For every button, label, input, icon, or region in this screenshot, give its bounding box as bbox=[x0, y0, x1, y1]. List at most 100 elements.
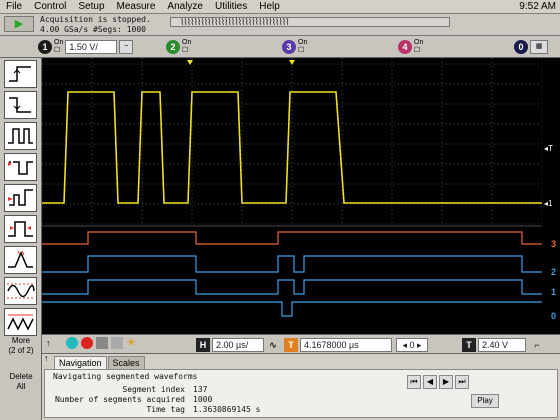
digital-settings-icon[interactable]: ▦ bbox=[530, 40, 548, 54]
clock: 9:52 AM bbox=[519, 1, 556, 12]
channel-1-control[interactable]: 1 On ☐ 1.50 V/ ~ bbox=[38, 38, 134, 56]
channel-2-state: On ☐ bbox=[182, 39, 192, 54]
memory-overview-wave: ⌇⌇⌇⌇⌇⌇⌇⌇⌇⌇⌇⌇⌇⌇⌇⌇⌇⌇⌇⌇⌇⌇⌇⌇⌇⌇⌇⌇⌇⌇⌇⌇ bbox=[180, 17, 290, 27]
channel-3-control[interactable]: 3 On ☐ bbox=[282, 38, 307, 56]
tab-scales[interactable]: Scales bbox=[107, 356, 145, 369]
digital-label-3: 3 bbox=[550, 239, 556, 249]
falling-edge-trigger-button[interactable] bbox=[4, 91, 37, 119]
channel-4-badge: 4 bbox=[398, 40, 412, 54]
tab-navigation[interactable]: Navigation bbox=[54, 356, 107, 369]
digital-channels-control[interactable]: 0 ▦ bbox=[514, 38, 548, 56]
segments-acquired-value: 1000 bbox=[193, 395, 213, 404]
time-tag-label: Time tag bbox=[146, 405, 185, 414]
glitch-trigger-button[interactable] bbox=[4, 153, 37, 181]
menu-file[interactable]: File bbox=[0, 1, 28, 12]
channel-4-state: On ☐ bbox=[414, 39, 424, 54]
timebase-delay[interactable]: 4.1678000 µs bbox=[300, 338, 392, 352]
menu-setup[interactable]: Setup bbox=[72, 1, 110, 12]
digital-label-2: 2 bbox=[550, 267, 556, 277]
next-segment-icon[interactable]: ▶ bbox=[439, 375, 453, 389]
segment-index-value: 137 bbox=[193, 385, 208, 394]
channel-1-scale[interactable]: 1.50 V/ bbox=[65, 40, 118, 54]
first-segment-icon[interactable]: ⏮ bbox=[407, 375, 421, 389]
acquisition-status-text: Acquisition is stopped. 4.00 GSa/s #Segs… bbox=[40, 15, 151, 35]
timebase-bar: ↑ ☀ H 2.00 µs/ ∿ T 4.1678000 µs ◂ 0 ▸ T … bbox=[42, 334, 560, 354]
transition-icon bbox=[8, 250, 33, 268]
acquisition-state: Acquisition is stopped. bbox=[40, 15, 151, 24]
digital-label-1: 1 bbox=[550, 287, 556, 297]
horizontal-icon: H bbox=[196, 338, 210, 352]
runt-trigger-button[interactable] bbox=[4, 184, 37, 212]
channel-2-control[interactable]: 2 On ☐ bbox=[166, 38, 191, 56]
menu-bar: File Control Setup Measure Analyze Utili… bbox=[0, 0, 560, 14]
digital-trace-1 bbox=[42, 279, 542, 295]
glitch-icon bbox=[8, 161, 33, 175]
transition-trigger-button[interactable] bbox=[4, 246, 37, 274]
trigger-level-marker: ◂T bbox=[544, 144, 553, 153]
falling-edge-icon bbox=[9, 97, 31, 113]
digital-trace-3 bbox=[42, 231, 542, 245]
delay-icon: T bbox=[284, 338, 298, 352]
last-segment-icon[interactable]: ⏭ bbox=[455, 375, 469, 389]
quick-action-icons: ☀ bbox=[66, 337, 138, 349]
channel-3-badge: 3 bbox=[282, 40, 296, 54]
segments-acquired-label: Number of segments acquired bbox=[54, 395, 185, 404]
trigger-icon: T bbox=[462, 338, 476, 352]
video-icon bbox=[7, 314, 34, 331]
trigger-mode-toolbar: More (2 of 2) Delete All bbox=[0, 58, 42, 420]
delete-all-button[interactable]: Delete All bbox=[2, 372, 40, 392]
trace-labels-column: ◂T ◂1 3 2 1 0 bbox=[542, 58, 560, 334]
trigger-slope-icon[interactable]: ⌐ bbox=[530, 338, 544, 352]
setup-hold-icon bbox=[8, 221, 33, 237]
delay-navigator[interactable]: ◂ 0 ▸ bbox=[396, 338, 428, 352]
pulse-width-trigger-button[interactable] bbox=[4, 122, 37, 150]
time-tag-value: 1.3630869145 s bbox=[193, 405, 261, 414]
digital-label-0: 0 bbox=[550, 311, 556, 321]
menu-control[interactable]: Control bbox=[28, 1, 72, 12]
segment-index-label: Segment index bbox=[122, 385, 185, 394]
play-button[interactable]: Play bbox=[471, 394, 499, 408]
video-trigger-button[interactable] bbox=[4, 308, 37, 336]
channel-3-state: On ☐ bbox=[298, 39, 308, 54]
digital-traces bbox=[42, 231, 542, 317]
window-icon bbox=[7, 283, 35, 299]
sample-rate: 4.00 GSa/s #Segs: 1000 bbox=[40, 25, 146, 34]
digital-badge: 0 bbox=[514, 40, 528, 54]
bottom-tabs: Navigation Scales bbox=[54, 356, 146, 369]
save-icon[interactable] bbox=[111, 337, 123, 349]
navigation-panel: Navigating segmented waveforms Segment i… bbox=[44, 369, 558, 418]
expand-panel-icon[interactable]: ↑ bbox=[44, 353, 49, 363]
print-icon[interactable] bbox=[96, 337, 108, 349]
trigger-level[interactable]: 2.40 V bbox=[478, 338, 526, 352]
channel-4-control[interactable]: 4 On ☐ bbox=[398, 38, 423, 56]
channel-1-badge: 1 bbox=[38, 40, 52, 54]
menu-utilities[interactable]: Utilities bbox=[209, 1, 253, 12]
window-trigger-button[interactable] bbox=[4, 277, 37, 305]
fine-adjust-icon[interactable]: ∿ bbox=[266, 338, 280, 352]
setup-hold-trigger-button[interactable] bbox=[4, 215, 37, 243]
waveform-display[interactable] bbox=[41, 58, 543, 334]
edge-trigger-icon bbox=[9, 66, 31, 82]
scroll-up-icon[interactable]: ↑ bbox=[46, 338, 51, 348]
record-icon[interactable] bbox=[81, 337, 93, 349]
menu-measure[interactable]: Measure bbox=[111, 1, 162, 12]
edge-trigger-button[interactable] bbox=[4, 60, 37, 88]
channel-1-state: On ☐ bbox=[54, 39, 64, 54]
pulse-width-icon bbox=[8, 128, 33, 144]
previous-segment-icon[interactable]: ◀ bbox=[423, 375, 437, 389]
timebase-scale[interactable]: 2.00 µs/ bbox=[212, 338, 264, 352]
channel-1-coupling-icon[interactable]: ~ bbox=[119, 40, 134, 54]
autoscale-icon[interactable]: ☀ bbox=[126, 337, 138, 349]
waveform-graticule bbox=[41, 58, 543, 317]
menu-help[interactable]: Help bbox=[253, 1, 286, 12]
channel-1-ground-marker: ◂1 bbox=[544, 199, 553, 208]
bottom-panel: ↑ Navigation Scales Navigating segmented… bbox=[42, 353, 560, 420]
menu-analyze[interactable]: Analyze bbox=[161, 1, 209, 12]
cyan-dot-icon[interactable] bbox=[66, 337, 78, 349]
digital-trace-0 bbox=[42, 301, 542, 317]
run-stop-icon[interactable]: ▶ bbox=[4, 16, 34, 32]
graticule-grid bbox=[41, 58, 543, 227]
channel-2-badge: 2 bbox=[166, 40, 180, 54]
more-button[interactable]: More (2 of 2) bbox=[2, 336, 40, 356]
runt-icon bbox=[8, 189, 33, 206]
